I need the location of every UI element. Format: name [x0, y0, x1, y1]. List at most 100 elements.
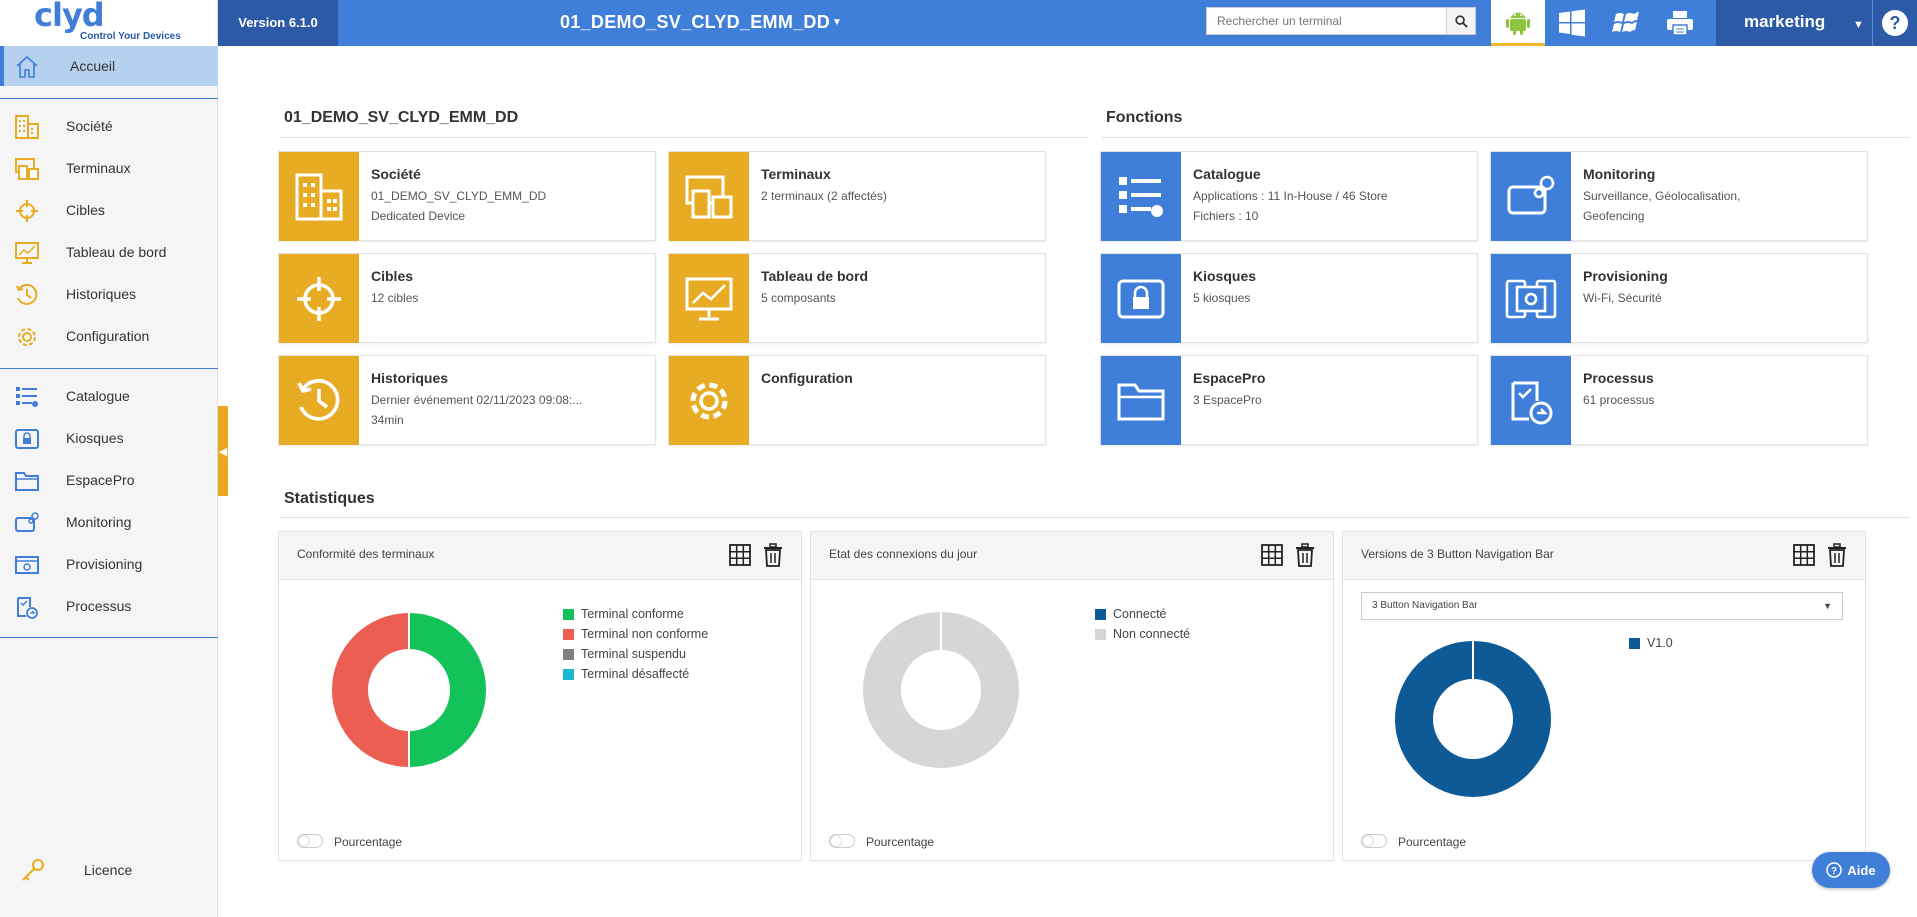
- card-line: Fichiers : 10: [1193, 209, 1259, 223]
- search-input[interactable]: [1207, 8, 1447, 34]
- card-icon-box: [279, 356, 359, 445]
- card-kiosques[interactable]: Kiosques 5 kiosques: [1100, 253, 1478, 343]
- sidebar-item-label: Catalogue: [66, 388, 130, 404]
- donut-slice[interactable]: [408, 610, 488, 770]
- company-selector[interactable]: 01_DEMO_SV_CLYD_EMM_DD ▼: [560, 0, 1010, 46]
- card-catalogue[interactable]: Catalogue Applications : 11 In-House / 4…: [1100, 151, 1478, 241]
- sidebar-item-accueil[interactable]: Accueil: [0, 46, 218, 86]
- legend-item[interactable]: Terminal conforme: [563, 607, 684, 621]
- sidebar-item-kiosques[interactable]: Kiosques: [0, 418, 218, 458]
- card-provisioning[interactable]: Provisioning Wi-Fi, Sécurité: [1490, 253, 1868, 343]
- legend-label: Non connecté: [1113, 627, 1191, 641]
- help-button[interactable]: ?: [1872, 0, 1917, 46]
- help-circle-icon: ?: [1882, 10, 1908, 36]
- sidebar-item-label: Cibles: [66, 202, 105, 218]
- sidebar-item-processus[interactable]: Processus: [0, 586, 218, 626]
- sidebar-item-cibles[interactable]: Cibles: [0, 190, 218, 230]
- table-grid-icon[interactable]: [1793, 544, 1815, 566]
- os-tab-android[interactable]: [1491, 0, 1545, 46]
- trash-icon[interactable]: [763, 543, 783, 567]
- sidebar-collapse-toggle[interactable]: ◀: [218, 406, 228, 496]
- sidebar-item-label: Terminaux: [66, 160, 131, 176]
- version-select[interactable]: 3 Button Navigation Bar ▼: [1361, 592, 1843, 620]
- card-societe[interactable]: Société 01_DEMO_SV_CLYD_EMM_DD Dedicated…: [278, 151, 656, 241]
- sidebar-item-monitoring[interactable]: Monitoring: [0, 502, 218, 542]
- legend-item[interactable]: Connecté: [1095, 607, 1167, 621]
- search-button[interactable]: [1446, 7, 1476, 35]
- sidebar-item-terminaux[interactable]: Terminaux: [0, 148, 218, 188]
- card-line: 01_DEMO_SV_CLYD_EMM_DD: [371, 189, 547, 203]
- card-historiques[interactable]: Historiques Dernier événement 02/11/2023…: [278, 355, 656, 445]
- stats-section-title: Statistiques: [284, 490, 375, 507]
- card-icon-box: [279, 152, 359, 241]
- card-title: Société: [371, 166, 421, 182]
- sidebar-item-licence[interactable]: Licence: [0, 850, 218, 890]
- sidebar-item-historiques[interactable]: Historiques: [0, 274, 218, 314]
- legend-item[interactable]: Non connecté: [1095, 627, 1190, 641]
- donut-slice[interactable]: [330, 610, 410, 770]
- help-circle-icon: ?: [1826, 862, 1843, 878]
- card-title: Processus: [1583, 370, 1654, 386]
- caret-down-icon: ▼: [1823, 601, 1832, 611]
- sidebar-item-espacepro[interactable]: EspacePro: [0, 460, 218, 500]
- card-monitoring[interactable]: Monitoring Surveillance, Géolocalisation…: [1490, 151, 1868, 241]
- legend-swatch: [1095, 628, 1106, 640]
- card-configuration[interactable]: Configuration: [668, 355, 1046, 445]
- catalogue-list-icon: [16, 387, 38, 407]
- sidebar-item-label: Société: [66, 118, 113, 134]
- trash-icon[interactable]: [1295, 543, 1315, 567]
- user-name: marketing: [1744, 12, 1826, 31]
- svg-text:?: ?: [1831, 866, 1837, 877]
- divider: [280, 137, 1088, 138]
- card-icon-box: [1491, 356, 1571, 445]
- legend-swatch: [563, 608, 574, 620]
- user-menu[interactable]: marketing: [1716, 0, 1872, 46]
- stat-panel-conformite: Conformité des terminaux Pourcentage Ter…: [278, 531, 802, 861]
- card-icon-box: [1101, 152, 1181, 241]
- card-line: 61 processus: [1583, 393, 1655, 407]
- card-line: 34min: [371, 413, 404, 427]
- card-title: Tableau de bord: [761, 268, 869, 284]
- sidebar-item-label: Kiosques: [66, 430, 124, 446]
- legend-item[interactable]: V1.0: [1629, 636, 1673, 650]
- legend-swatch: [1629, 637, 1640, 649]
- card-icon-box: [1101, 356, 1181, 445]
- sidebar-item-configuration[interactable]: Configuration: [0, 316, 218, 356]
- panel-header: Versions de 3 Button Navigation Bar: [1343, 532, 1865, 580]
- trash-icon[interactable]: [1827, 543, 1847, 567]
- percentage-toggle[interactable]: [297, 834, 323, 848]
- legend-item[interactable]: Terminal désaffecté: [563, 667, 689, 681]
- folder-icon: [1117, 383, 1165, 420]
- sidebar-item-label: EspacePro: [66, 472, 135, 488]
- percentage-toggle[interactable]: [1361, 834, 1387, 848]
- card-espacepro[interactable]: EspacePro 3 EspacePro: [1100, 355, 1478, 445]
- divider: [0, 637, 218, 638]
- sidebar-item-provisioning[interactable]: Provisioning: [0, 544, 218, 584]
- gear-icon: [18, 328, 36, 346]
- card-icon-box: [1101, 254, 1181, 343]
- sidebar-item-catalogue[interactable]: Catalogue: [0, 376, 218, 416]
- legend-item[interactable]: Terminal non conforme: [563, 627, 708, 641]
- card-title: Terminaux: [761, 166, 831, 182]
- card-tableau-de-bord[interactable]: Tableau de bord 5 composants: [668, 253, 1046, 343]
- sidebar-item-societe[interactable]: Société: [0, 106, 218, 146]
- percentage-toggle[interactable]: [829, 834, 855, 848]
- sidebar-item-tableau-de-bord[interactable]: Tableau de bord: [0, 232, 218, 272]
- card-processus[interactable]: Processus 61 processus: [1490, 355, 1868, 445]
- top-header: clyd Control Your Devices Version 6.1.0 …: [0, 0, 1917, 46]
- legend-item[interactable]: Terminal suspendu: [563, 647, 686, 661]
- card-terminaux[interactable]: Terminaux 2 terminaux (2 affectés): [668, 151, 1046, 241]
- card-line: Applications : 11 In-House / 46 Store: [1193, 189, 1388, 203]
- os-tab-printer[interactable]: [1653, 0, 1707, 46]
- logo[interactable]: clyd Control Your Devices: [0, 0, 218, 46]
- os-tab-windows-phone[interactable]: [1599, 0, 1653, 46]
- aide-button[interactable]: ? Aide: [1812, 852, 1890, 888]
- card-cibles[interactable]: Cibles 12 cibles: [278, 253, 656, 343]
- legend-swatch: [563, 668, 574, 680]
- table-grid-icon[interactable]: [1261, 544, 1283, 566]
- os-tab-windows[interactable]: [1545, 0, 1599, 46]
- card-line: Wi-Fi, Sécurité: [1583, 291, 1662, 305]
- card-line: 5 kiosques: [1193, 291, 1251, 305]
- target-icon: [16, 200, 38, 222]
- table-grid-icon[interactable]: [729, 544, 751, 566]
